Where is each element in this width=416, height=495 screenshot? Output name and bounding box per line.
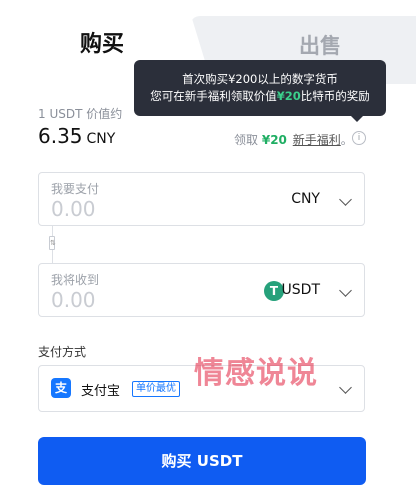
bonus-amount: ¥20 — [261, 133, 287, 147]
tooltip-line-2-prefix: 您可在新手福利领取价值 — [150, 89, 277, 103]
chevron-down-icon[interactable] — [339, 284, 352, 297]
swap-connector-bottom — [52, 250, 53, 263]
tooltip-line-2-suffix: 比特币的奖励 — [300, 89, 370, 103]
tooltip-line-2: 您可在新手福利领取价值¥20比特币的奖励 — [134, 88, 386, 105]
receive-currency-select[interactable]: USDT — [282, 282, 320, 298]
best-price-badge: 单价最优 — [132, 381, 180, 397]
tooltip-arrow — [351, 116, 363, 122]
info-icon[interactable]: i — [352, 131, 366, 145]
swap-connector-top — [52, 226, 53, 236]
chevron-down-icon[interactable] — [339, 193, 352, 206]
chevron-down-icon[interactable] — [339, 381, 352, 394]
pay-amount-input[interactable]: 0.00 — [51, 197, 96, 221]
newbie-bonus-tooltip: 首次购买¥200以上的数字货币 您可在新手福利领取价值¥20比特币的奖励 — [134, 60, 386, 116]
pay-amount-field[interactable]: 我要支付 0.00 CNY — [38, 172, 365, 226]
bonus-suffix: 。 — [340, 133, 353, 147]
watermark: 情感说说 — [194, 356, 318, 391]
newbie-benefits-link[interactable]: 新手福利 — [293, 133, 341, 147]
pay-amount-label: 我要支付 — [51, 182, 100, 196]
price-unit: CNY — [86, 131, 116, 147]
bonus-prefix: 领取 — [234, 133, 259, 147]
tab-buy[interactable]: 购买 — [52, 26, 152, 58]
pay-currency-select[interactable]: CNY — [291, 191, 320, 207]
tooltip-line-1: 首次购买¥200以上的数字货币 — [182, 72, 338, 86]
receive-amount-field[interactable]: 我将收到 0.00 T USDT — [38, 263, 365, 317]
price-amount: 6.35 — [38, 124, 83, 148]
receive-amount-label: 我将收到 — [51, 273, 100, 287]
price-label: 1 USDT 价值约 — [38, 107, 123, 121]
payment-method-label: 支付方式 — [38, 345, 87, 359]
receive-amount-input[interactable]: 0.00 — [51, 288, 96, 312]
tab-sell[interactable]: 出售 — [270, 30, 370, 60]
alipay-icon: 支 — [51, 378, 71, 398]
buy-usdt-button[interactable]: 购买 USDT — [38, 437, 366, 485]
swap-icon[interactable]: ⇅ — [49, 236, 56, 250]
tooltip-amount: ¥20 — [276, 89, 301, 103]
trade-card: 购买 出售 首次购买¥200以上的数字货币 您可在新手福利领取价值¥20比特币的… — [0, 0, 416, 495]
price-value: 6.35 CNY — [38, 124, 115, 148]
payment-method-name: 支付宝 — [81, 384, 121, 399]
bonus-note: 领取 ¥20 新手福利。 — [234, 131, 353, 148]
